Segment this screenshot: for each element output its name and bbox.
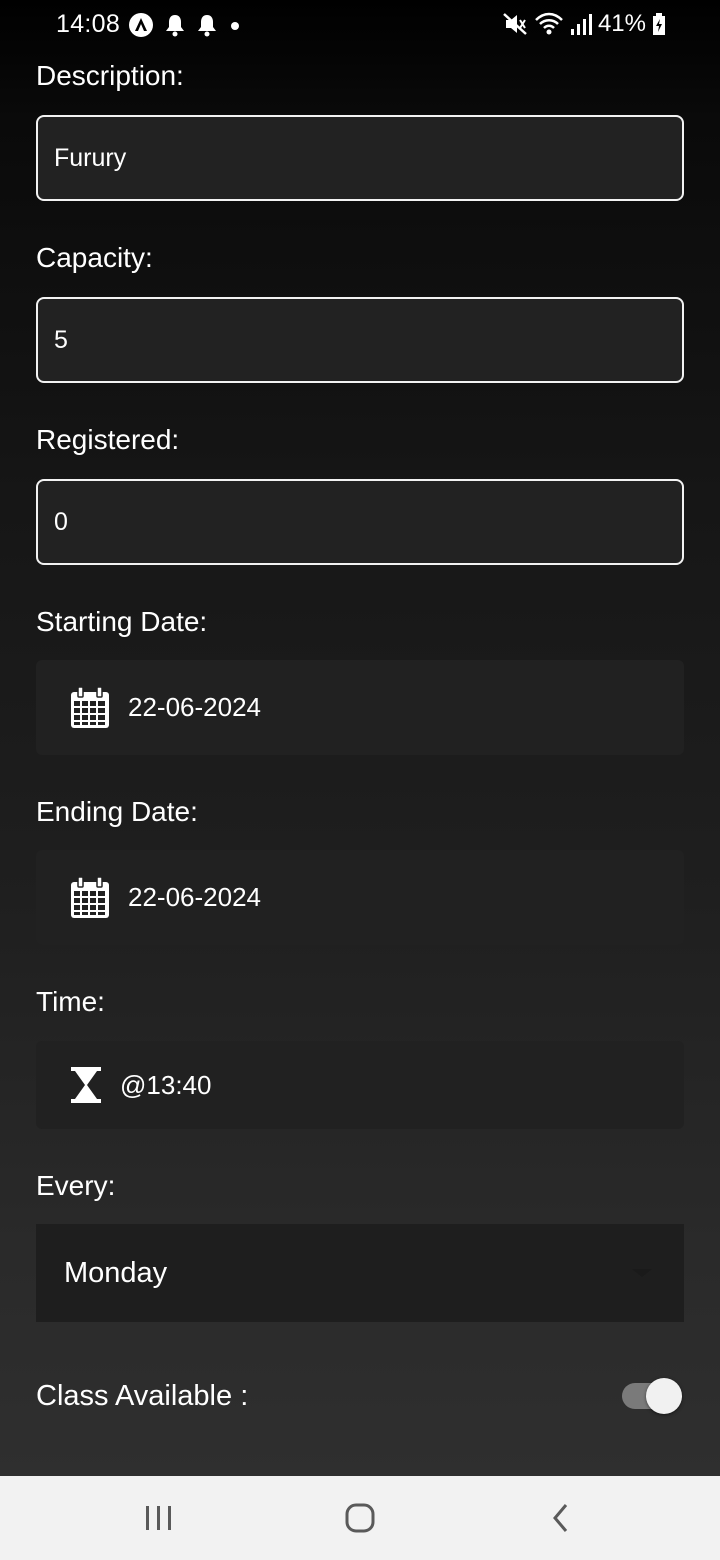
navigation-bar xyxy=(0,1476,720,1560)
ending-date-label: Ending Date: xyxy=(36,796,198,827)
capacity-label: Capacity: xyxy=(36,242,153,273)
mute-icon xyxy=(503,13,527,35)
bell-icon xyxy=(166,15,184,37)
signal-icon xyxy=(570,14,592,35)
hourglass-icon xyxy=(71,1067,101,1103)
status-time: 14:08 xyxy=(56,10,121,38)
class-available-row: Class Available : xyxy=(36,1378,684,1420)
calendar-icon xyxy=(71,686,109,728)
home-button[interactable] xyxy=(330,1496,390,1540)
status-bar: 14:08 41% xyxy=(0,0,720,52)
home-icon xyxy=(345,1503,375,1533)
dot-icon xyxy=(231,22,239,30)
ending-date-picker[interactable]: 22-06-2024 xyxy=(36,850,684,945)
screen: 14:08 41% Description: Furury Capacity: … xyxy=(0,0,720,1476)
every-label: Every: xyxy=(36,1170,116,1201)
back-button[interactable] xyxy=(531,1496,591,1540)
description-value: Furury xyxy=(54,143,127,172)
wifi-icon xyxy=(535,12,563,35)
battery-percent: 41% xyxy=(597,10,646,37)
recent-apps-button[interactable] xyxy=(129,1496,189,1540)
registered-label: Registered: xyxy=(36,424,180,455)
back-icon xyxy=(553,1504,568,1532)
time-picker[interactable]: @13:40 xyxy=(36,1041,684,1129)
registered-value: 0 xyxy=(54,507,68,536)
capacity-input[interactable]: 5 xyxy=(36,297,684,383)
time-value: @13:40 xyxy=(120,1069,212,1100)
ending-date-value: 22-06-2024 xyxy=(128,882,261,912)
starting-date-picker[interactable]: 22-06-2024 xyxy=(36,660,684,755)
calendar-icon xyxy=(71,876,109,918)
description-input[interactable]: Furury xyxy=(36,115,684,201)
battery-charging-icon xyxy=(653,13,665,35)
status-system-icons: 41% xyxy=(502,10,666,38)
every-value: Monday xyxy=(64,1256,168,1289)
recent-apps-icon xyxy=(146,1506,171,1530)
registered-input[interactable]: 0 xyxy=(36,479,684,565)
class-available-toggle[interactable] xyxy=(622,1378,682,1414)
bell-icon xyxy=(198,15,216,37)
chevron-down-icon xyxy=(632,1269,652,1277)
starting-date-value: 22-06-2024 xyxy=(128,692,261,722)
description-label: Description: xyxy=(36,60,184,91)
starting-date-label: Starting Date: xyxy=(36,606,208,637)
every-select[interactable]: Monday xyxy=(36,1224,684,1322)
capacity-value: 5 xyxy=(54,325,68,354)
time-label: Time: xyxy=(36,986,105,1017)
status-notifications xyxy=(128,12,242,38)
class-available-label: Class Available : xyxy=(36,1380,249,1412)
app-logo-icon xyxy=(129,13,153,37)
toggle-knob xyxy=(646,1378,682,1414)
